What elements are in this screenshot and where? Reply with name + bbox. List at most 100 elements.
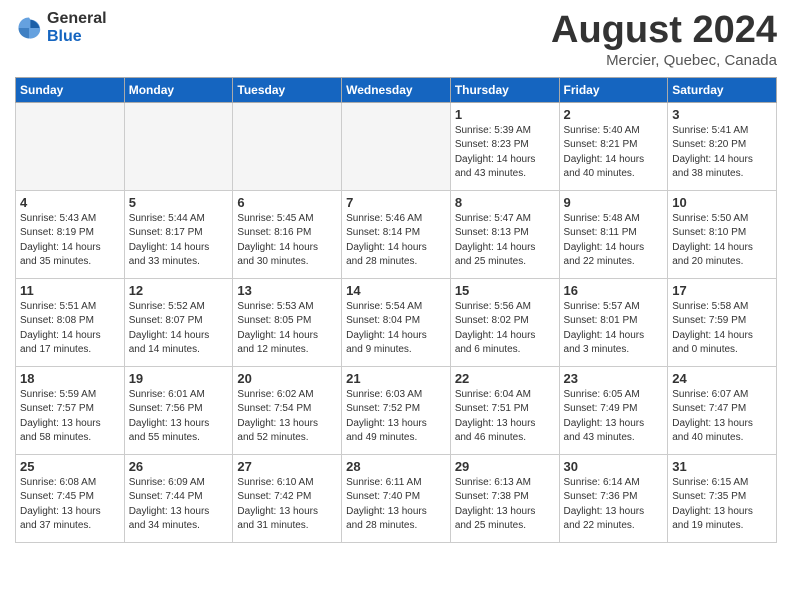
day-cell [342, 102, 451, 190]
day-cell: 6 Sunrise: 5:45 AM Sunset: 8:16 PM Daylig… [233, 190, 342, 278]
day-number: 15 [455, 283, 555, 298]
day-number: 23 [564, 371, 664, 386]
day-info: Sunrise: 6:15 AM Sunset: 7:35 PM Dayligh… [672, 476, 772, 534]
title-block: August 2024 Mercier, Quebec, Canada [551, 10, 777, 69]
day-number: 13 [237, 283, 337, 298]
day-cell: 21Sunrise: 6:03 AM Sunset: 7:52 PM Dayli… [342, 366, 451, 454]
day-info: Sunrise: 5:57 AM Sunset: 8:01 PM Dayligh… [564, 300, 664, 358]
day-info: Sunrise: 5:40 AM Sunset: 8:21 PM Dayligh… [564, 124, 664, 182]
day-number: 27 [237, 459, 337, 474]
day-info: Sunrise: 5:41 AM Sunset: 8:20 PM Dayligh… [672, 124, 772, 182]
day-cell: 22 Sunrise: 6:04 AM Sunset: 7:51 PM Dayli… [450, 366, 559, 454]
day-info: Sunrise: 5:54 AM Sunset: 8:04 PM Dayligh… [346, 300, 446, 358]
day-info: Sunrise: 6:02 AM Sunset: 7:54 PM Dayligh… [237, 388, 337, 446]
day-number: 21 [346, 371, 446, 386]
day-number: 16 [564, 283, 664, 298]
day-cell: 14 Sunrise: 5:54 AM Sunset: 8:04 PM Dayli… [342, 278, 451, 366]
day-cell: 5 Sunrise: 5:44 AM Sunset: 8:17 PM Daylig… [124, 190, 233, 278]
day-cell [16, 102, 125, 190]
day-cell: 28 Sunrise: 6:11 AM Sunset: 7:40 PM Dayli… [342, 454, 451, 542]
logo-text: General Blue [47, 10, 107, 46]
day-cell: 8 Sunrise: 5:47 AM Sunset: 8:13 PM Daylig… [450, 190, 559, 278]
day-number: 2 [564, 107, 664, 122]
day-cell: 12Sunrise: 5:52 AM Sunset: 8:07 PM Dayli… [124, 278, 233, 366]
day-info: Sunrise: 5:47 AM Sunset: 8:13 PM Dayligh… [455, 212, 555, 270]
day-info: Sunrise: 5:43 AM Sunset: 8:19 PM Dayligh… [20, 212, 120, 270]
day-info: Sunrise: 5:58 AM Sunset: 7:59 PM Dayligh… [672, 300, 772, 358]
day-info: Sunrise: 6:09 AM Sunset: 7:44 PM Dayligh… [129, 476, 229, 534]
day-cell: 16 Sunrise: 5:57 AM Sunset: 8:01 PM Dayli… [559, 278, 668, 366]
day-info: Sunrise: 6:11 AM Sunset: 7:40 PM Dayligh… [346, 476, 446, 534]
day-number: 29 [455, 459, 555, 474]
day-number: 1 [455, 107, 555, 122]
week-row-2: 4Sunrise: 5:43 AM Sunset: 8:19 PM Daylig… [16, 190, 777, 278]
weekday-row: SundayMondayTuesdayWednesdayThursdayFrid… [16, 77, 777, 102]
calendar-header: SundayMondayTuesdayWednesdayThursdayFrid… [16, 77, 777, 102]
weekday-header-monday: Monday [124, 77, 233, 102]
day-info: Sunrise: 5:45 AM Sunset: 8:16 PM Dayligh… [237, 212, 337, 270]
weekday-header-thursday: Thursday [450, 77, 559, 102]
day-cell: 1 Sunrise: 5:39 AM Sunset: 8:23 PM Daylig… [450, 102, 559, 190]
day-number: 7 [346, 195, 446, 210]
week-row-5: 25Sunrise: 6:08 AM Sunset: 7:45 PM Dayli… [16, 454, 777, 542]
day-info: Sunrise: 5:44 AM Sunset: 8:17 PM Dayligh… [129, 212, 229, 270]
logo-icon [15, 14, 43, 42]
day-number: 8 [455, 195, 555, 210]
day-info: Sunrise: 5:56 AM Sunset: 8:02 PM Dayligh… [455, 300, 555, 358]
day-cell: 20 Sunrise: 6:02 AM Sunset: 7:54 PM Dayli… [233, 366, 342, 454]
weekday-header-sunday: Sunday [16, 77, 125, 102]
day-cell [233, 102, 342, 190]
day-number: 31 [672, 459, 772, 474]
day-info: Sunrise: 5:51 AM Sunset: 8:08 PM Dayligh… [20, 300, 120, 358]
weekday-header-saturday: Saturday [668, 77, 777, 102]
day-number: 6 [237, 195, 337, 210]
day-cell: 2 Sunrise: 5:40 AM Sunset: 8:21 PM Daylig… [559, 102, 668, 190]
day-cell: 24Sunrise: 6:07 AM Sunset: 7:47 PM Dayli… [668, 366, 777, 454]
calendar-subtitle: Mercier, Quebec, Canada [551, 52, 777, 69]
day-info: Sunrise: 5:59 AM Sunset: 7:57 PM Dayligh… [20, 388, 120, 446]
day-info: Sunrise: 5:53 AM Sunset: 8:05 PM Dayligh… [237, 300, 337, 358]
day-number: 14 [346, 283, 446, 298]
page-header: General Blue August 2024 Mercier, Quebec… [15, 10, 777, 69]
day-cell: 31 Sunrise: 6:15 AM Sunset: 7:35 PM Dayli… [668, 454, 777, 542]
day-cell: 7Sunrise: 5:46 AM Sunset: 8:14 PM Daylig… [342, 190, 451, 278]
day-info: Sunrise: 6:04 AM Sunset: 7:51 PM Dayligh… [455, 388, 555, 446]
day-number: 5 [129, 195, 229, 210]
day-cell: 17 Sunrise: 5:58 AM Sunset: 7:59 PM Dayli… [668, 278, 777, 366]
day-number: 28 [346, 459, 446, 474]
weekday-header-friday: Friday [559, 77, 668, 102]
day-number: 19 [129, 371, 229, 386]
day-number: 22 [455, 371, 555, 386]
day-info: Sunrise: 6:07 AM Sunset: 7:47 PM Dayligh… [672, 388, 772, 446]
day-info: Sunrise: 6:08 AM Sunset: 7:45 PM Dayligh… [20, 476, 120, 534]
day-info: Sunrise: 6:10 AM Sunset: 7:42 PM Dayligh… [237, 476, 337, 534]
day-number: 11 [20, 283, 120, 298]
day-info: Sunrise: 6:13 AM Sunset: 7:38 PM Dayligh… [455, 476, 555, 534]
day-info: Sunrise: 5:48 AM Sunset: 8:11 PM Dayligh… [564, 212, 664, 270]
calendar-body: 1 Sunrise: 5:39 AM Sunset: 8:23 PM Daylig… [16, 102, 777, 542]
day-number: 17 [672, 283, 772, 298]
week-row-4: 18 Sunrise: 5:59 AM Sunset: 7:57 PM Dayli… [16, 366, 777, 454]
calendar-table: SundayMondayTuesdayWednesdayThursdayFrid… [15, 77, 777, 543]
day-cell: 29 Sunrise: 6:13 AM Sunset: 7:38 PM Dayli… [450, 454, 559, 542]
calendar-title: August 2024 [551, 10, 777, 52]
day-number: 18 [20, 371, 120, 386]
day-cell: 3 Sunrise: 5:41 AM Sunset: 8:20 PM Daylig… [668, 102, 777, 190]
day-info: Sunrise: 5:39 AM Sunset: 8:23 PM Dayligh… [455, 124, 555, 182]
day-cell: 30Sunrise: 6:14 AM Sunset: 7:36 PM Dayli… [559, 454, 668, 542]
day-cell: 9Sunrise: 5:48 AM Sunset: 8:11 PM Daylig… [559, 190, 668, 278]
day-cell: 18 Sunrise: 5:59 AM Sunset: 7:57 PM Dayli… [16, 366, 125, 454]
weekday-header-tuesday: Tuesday [233, 77, 342, 102]
day-cell: 25Sunrise: 6:08 AM Sunset: 7:45 PM Dayli… [16, 454, 125, 542]
day-info: Sunrise: 6:01 AM Sunset: 7:56 PM Dayligh… [129, 388, 229, 446]
day-number: 3 [672, 107, 772, 122]
weekday-header-wednesday: Wednesday [342, 77, 451, 102]
day-cell: 19 Sunrise: 6:01 AM Sunset: 7:56 PM Dayli… [124, 366, 233, 454]
day-number: 10 [672, 195, 772, 210]
day-info: Sunrise: 5:50 AM Sunset: 8:10 PM Dayligh… [672, 212, 772, 270]
week-row-3: 11 Sunrise: 5:51 AM Sunset: 8:08 PM Dayli… [16, 278, 777, 366]
day-info: Sunrise: 6:14 AM Sunset: 7:36 PM Dayligh… [564, 476, 664, 534]
day-cell: 15 Sunrise: 5:56 AM Sunset: 8:02 PM Dayli… [450, 278, 559, 366]
day-number: 12 [129, 283, 229, 298]
day-number: 20 [237, 371, 337, 386]
